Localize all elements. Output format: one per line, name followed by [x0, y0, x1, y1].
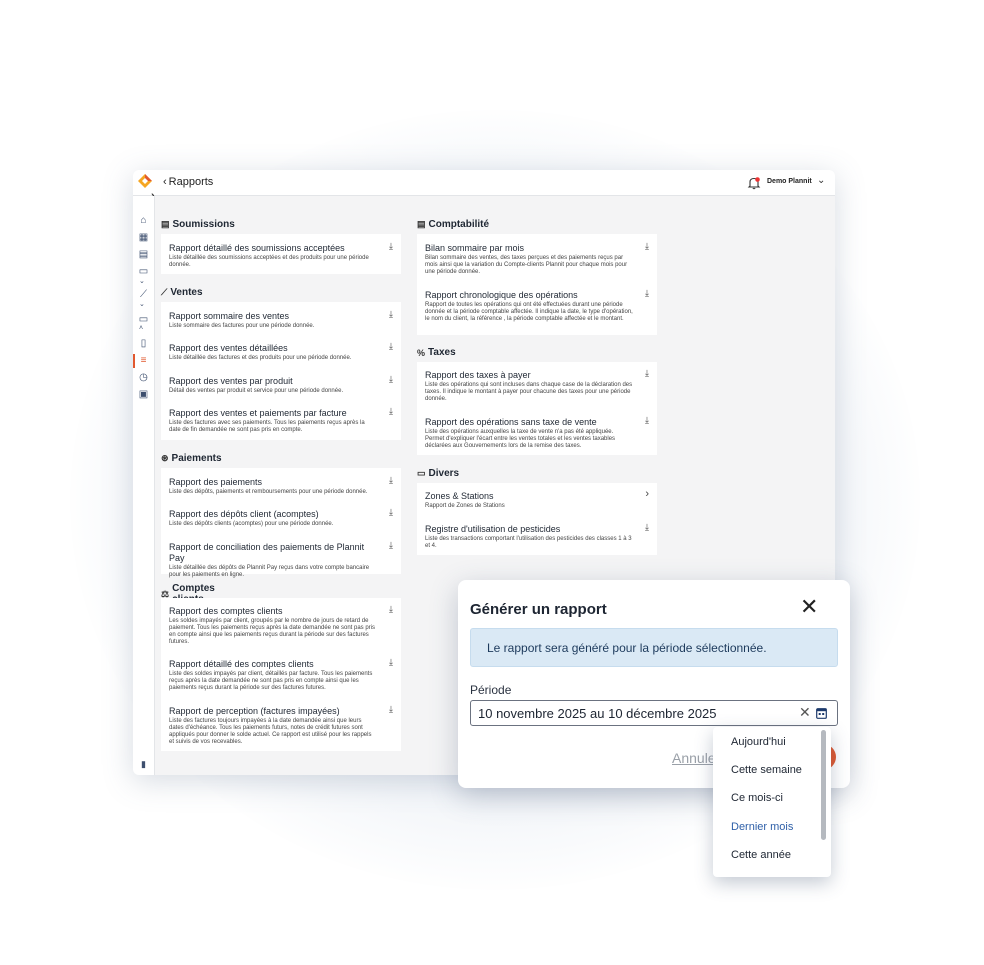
top-bar: ‹ Rapports Demo Plannit ⌄ [133, 170, 835, 196]
section-ventes-title: ⟋ Ventes [161, 287, 203, 298]
download-icon[interactable]: ⤓ [389, 475, 393, 486]
option-this-week[interactable]: Cette semaine [731, 764, 802, 776]
report-item[interactable]: Rapport chronologique des opérations Rap… [425, 290, 633, 323]
calendar-icon[interactable] [816, 707, 827, 719]
report-item[interactable]: Rapport détaillé des soumissions accepté… [169, 243, 377, 269]
chevron-down-icon[interactable]: ⌄ [139, 300, 145, 308]
option-this-year[interactable]: Cette année [731, 849, 791, 861]
plannit-logo-icon [138, 174, 152, 188]
report-item[interactable]: Rapport des ventes et paiements par fact… [169, 408, 377, 434]
chevron-left-icon: ‹ [163, 176, 167, 188]
info-banner: Le rapport sera généré pour la période s… [470, 628, 838, 667]
card-taxes: Rapport des taxes à payer Liste des opér… [417, 362, 657, 455]
document-icon[interactable]: ▯ [137, 337, 150, 350]
report-item[interactable]: Rapport de perception (factures impayées… [169, 706, 377, 746]
clock-icon[interactable]: ◷ [137, 371, 150, 384]
card-ventes: Rapport sommaire des ventes Liste sommai… [161, 302, 401, 440]
hand-money-icon: ⊛ [161, 453, 169, 463]
download-icon[interactable]: ⤓ [645, 288, 649, 299]
option-this-month[interactable]: Ce mois-ci [731, 792, 783, 804]
contact-card-icon[interactable]: ▣ [137, 388, 150, 401]
download-icon[interactable]: ⤓ [389, 657, 393, 668]
report-item[interactable]: Rapport de conciliation des paiements de… [169, 542, 377, 579]
period-value: 10 novembre 2025 au 10 décembre 2025 [478, 706, 717, 721]
download-icon[interactable]: ⤓ [645, 241, 649, 252]
dashboard-icon[interactable]: ▦ [137, 231, 150, 244]
download-icon[interactable]: ⤓ [645, 522, 649, 533]
sidebar: ⌂ ▦ ▤ ▭ ⌄ ⟋ ⌄ ▭ ˄ ▯ ≡ ◷ ▣ ▮ [133, 196, 155, 775]
cancel-button[interactable]: Annule [672, 750, 716, 766]
book-icon[interactable]: ▮ [137, 758, 150, 771]
report-item[interactable]: Rapport des comptes clients Les soldes i… [169, 606, 377, 646]
section-taxes-title: % Taxes [417, 347, 456, 358]
period-input[interactable]: 10 novembre 2025 au 10 décembre 2025 ✕ [470, 700, 838, 726]
section-divers-title: ▭ Divers [417, 468, 460, 479]
download-icon[interactable]: ⤓ [389, 374, 393, 385]
list-icon: ▤ [161, 219, 170, 229]
close-icon[interactable]: ✕ [800, 596, 818, 618]
home-icon[interactable]: ⌂ [137, 214, 150, 227]
chevron-down-icon[interactable]: ⌄ [139, 277, 145, 285]
download-icon[interactable]: ⤓ [389, 540, 393, 551]
download-icon[interactable]: ⤓ [389, 309, 393, 320]
card-divers: Zones & Stations Rapport de Zones de Sta… [417, 483, 657, 555]
report-item[interactable]: Zones & Stations Rapport de Zones de Sta… [425, 491, 633, 510]
report-item[interactable]: Rapport sommaire des ventes Liste sommai… [169, 311, 377, 330]
download-icon[interactable]: ⤓ [389, 604, 393, 615]
back-link[interactable]: ‹ Rapports [163, 176, 213, 188]
user-menu-name[interactable]: Demo Plannit [767, 178, 812, 185]
section-paiements-title: ⊛ Paiements [161, 453, 222, 464]
dropdown-scrollbar[interactable] [821, 730, 826, 840]
period-preset-dropdown: Aujourd'hui Cette semaine Ce mois-ci Der… [713, 727, 831, 877]
report-item[interactable]: Bilan sommaire par mois Bilan sommaire d… [425, 243, 633, 276]
download-icon[interactable]: ⤓ [389, 241, 393, 252]
report-item[interactable]: Rapport des ventes détaillées Liste déta… [169, 343, 377, 362]
chevron-up-icon[interactable]: ˄ [139, 325, 143, 332]
section-comptabilite-title: ▤ Comptabilité [417, 219, 490, 230]
report-item[interactable]: Rapport des dépôts client (acomptes) Lis… [169, 509, 377, 528]
reports-icon[interactable]: ≡ [137, 354, 150, 367]
report-item[interactable]: Rapport des ventes par produit Détail de… [169, 376, 377, 395]
clear-icon[interactable]: ✕ [799, 704, 811, 721]
chevron-right-icon[interactable]: › [645, 488, 649, 500]
ledger-icon: ▤ [417, 219, 426, 229]
report-item[interactable]: Rapport des opérations sans taxe de vent… [425, 417, 633, 450]
download-icon[interactable]: ⤓ [645, 368, 649, 379]
notification-bell-icon[interactable] [747, 176, 761, 190]
report-item[interactable]: Rapport des paiements Liste des dépôts, … [169, 477, 377, 496]
option-last-month[interactable]: Dernier mois [731, 821, 793, 833]
back-label: Rapports [168, 176, 214, 188]
period-label: Période [470, 683, 512, 697]
option-today[interactable]: Aujourd'hui [731, 736, 786, 748]
card-paiements: Rapport des paiements Liste des dépôts, … [161, 468, 401, 578]
download-icon[interactable]: ⤓ [389, 507, 393, 518]
download-icon[interactable]: ⤓ [389, 704, 393, 715]
card-comptabilite: Bilan sommaire par mois Bilan sommaire d… [417, 234, 657, 335]
dialog-title: Générer un rapport [470, 601, 607, 618]
card-soumissions: Rapport détaillé des soumissions accepté… [161, 234, 401, 274]
download-icon[interactable]: ⤓ [645, 415, 649, 426]
calendar-grid-icon[interactable]: ▤ [137, 248, 150, 261]
download-icon[interactable]: ⤓ [389, 406, 393, 417]
report-item[interactable]: Rapport des taxes à payer Liste des opér… [425, 370, 633, 403]
percent-icon: % [417, 347, 426, 358]
card-comptes: Rapport des comptes clients Les soldes i… [161, 598, 401, 751]
active-indicator [133, 354, 135, 368]
download-icon[interactable]: ⤓ [389, 341, 393, 352]
report-item[interactable]: Registre d'utilisation de pesticides Lis… [425, 524, 633, 550]
archive-box-icon: ▭ [417, 468, 426, 478]
section-soumissions-title: ▤ Soumissions [161, 219, 235, 230]
trend-chart-icon: ⟋ [161, 287, 168, 297]
report-item[interactable]: Rapport détaillé des comptes clients Lis… [169, 659, 377, 692]
chevron-down-icon[interactable]: ⌄ [817, 175, 825, 186]
